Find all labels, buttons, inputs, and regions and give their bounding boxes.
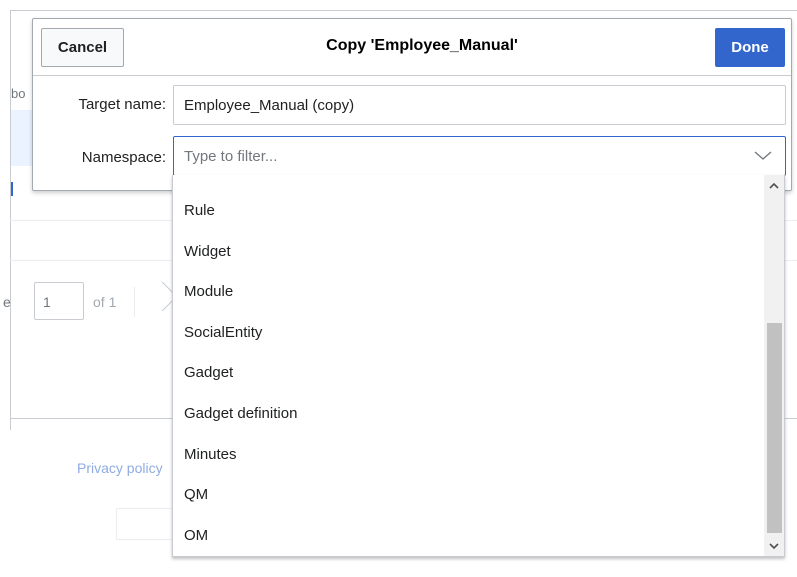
done-button[interactable]: Done <box>715 28 785 67</box>
chevron-down-icon[interactable] <box>753 145 773 165</box>
pager-separator <box>134 287 135 317</box>
cancel-button[interactable]: Cancel <box>41 28 124 67</box>
scrollbar-thumb[interactable] <box>767 323 782 533</box>
namespace-combobox[interactable] <box>173 136 786 176</box>
options-list: Rule Widget Module SocialEntity Gadget Gadget… <box>173 175 763 556</box>
pager-label-fragment: e <box>3 294 11 310</box>
scroll-down-arrow-icon[interactable] <box>764 537 784 554</box>
dropdown-scrollbar[interactable] <box>764 175 784 556</box>
target-name-input[interactable] <box>173 85 786 125</box>
namespace-label: Namespace: <box>81 149 166 166</box>
pager-total: of 1 <box>93 294 117 310</box>
namespace-option[interactable]: Minutes <box>173 435 763 476</box>
dialog-header: Cancel Copy 'Employee_Manual' Done <box>33 19 791 76</box>
page-top-border <box>10 10 797 11</box>
namespace-option[interactable]: OM <box>173 516 763 556</box>
dialog-title: Copy 'Employee_Manual' <box>326 37 518 54</box>
namespace-option[interactable]: QM <box>173 475 763 516</box>
namespace-option[interactable]: Gadget definition <box>173 394 763 435</box>
scroll-up-arrow-icon[interactable] <box>764 177 784 194</box>
namespace-option[interactable]: Gadget <box>173 353 763 394</box>
target-name-label: Target name: <box>78 96 166 113</box>
background-text-fragment: bo <box>11 86 26 101</box>
namespace-option[interactable]: SocialEntity <box>173 313 763 354</box>
background-link-fragment <box>11 182 13 196</box>
pager-page-input[interactable]: 1 <box>34 282 84 320</box>
privacy-policy-link[interactable]: Privacy policy <box>77 460 163 476</box>
namespace-options-list[interactable]: Rule Widget Module SocialEntity Gadget Gadget… <box>172 175 785 557</box>
namespace-filter-input[interactable] <box>174 137 744 175</box>
copy-dialog: Cancel Copy 'Employee_Manual' Done Targe… <box>32 18 792 191</box>
namespace-option[interactable]: Module <box>173 272 763 313</box>
footer-button[interactable] <box>116 508 176 540</box>
namespace-option[interactable]: Rule <box>173 191 763 232</box>
namespace-option[interactable]: Widget <box>173 232 763 273</box>
